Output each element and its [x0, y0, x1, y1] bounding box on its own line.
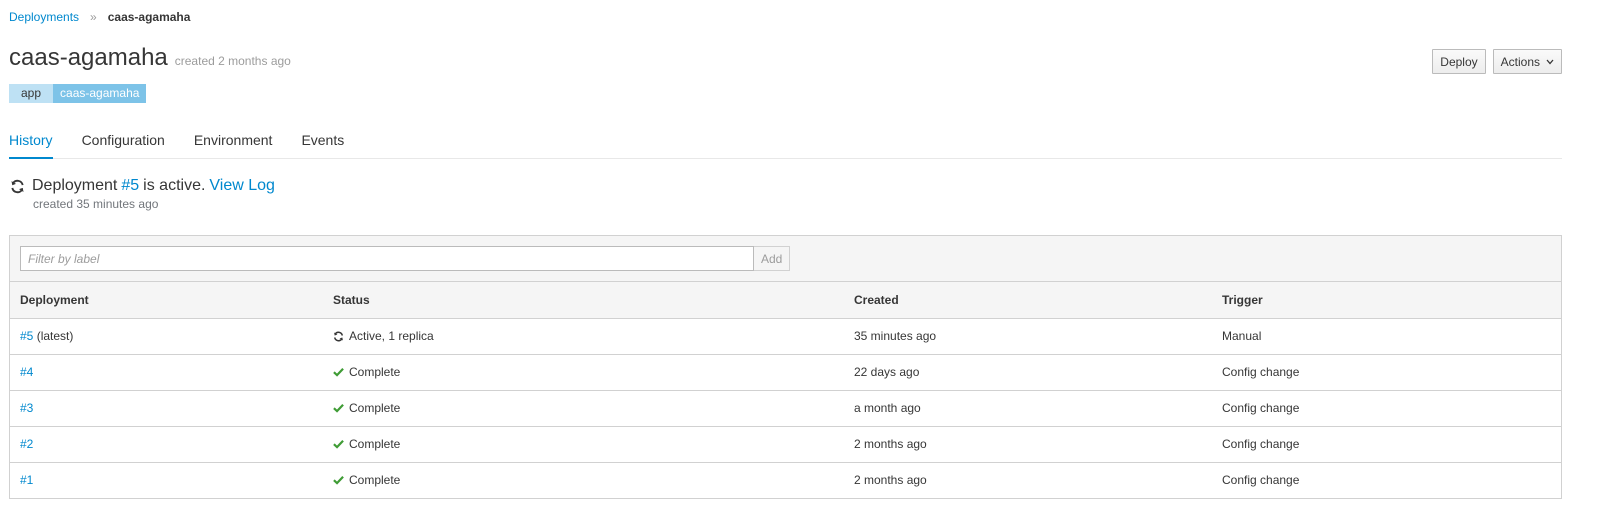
status-label: Active, 1 replica — [349, 329, 434, 343]
tab-events[interactable]: Events — [301, 124, 344, 159]
breadcrumb-current: caas-agamaha — [107, 10, 191, 24]
deployment-cell: #1 — [10, 462, 323, 498]
table-row: #5 (latest) Active, 1 replica 35 minutes… — [10, 318, 1561, 355]
status-cell: Active, 1 replica — [323, 318, 844, 355]
table-row: #1 Complete 2 months ago Config change — [10, 462, 1561, 498]
deployment-link[interactable]: #3 — [20, 401, 33, 415]
table-header-row: Deployment Status Created Trigger — [10, 282, 1561, 319]
status-label: Complete — [349, 401, 401, 415]
check-icon — [333, 403, 345, 413]
trigger-cell: Config change — [1212, 354, 1561, 391]
deployments-panel: Add Deployment Status Created Trigger #5… — [9, 235, 1562, 499]
tab-history[interactable]: History — [9, 124, 53, 159]
header-actions: Deploy Actions — [1432, 49, 1562, 74]
tab-environment[interactable]: Environment — [194, 124, 273, 159]
deployment-cell: #2 — [10, 426, 323, 463]
deployment-number-link[interactable]: #5 — [121, 177, 139, 195]
status-created-time: created 35 minutes ago — [33, 197, 159, 211]
created-cell: a month ago — [844, 390, 1212, 427]
column-header-created[interactable]: Created — [844, 282, 1212, 319]
check-icon — [333, 439, 345, 449]
column-header-trigger[interactable]: Trigger — [1212, 282, 1561, 319]
deployment-status-line: Deployment #5 is active. View Log — [10, 177, 279, 195]
deployment-link[interactable]: #5 — [20, 329, 33, 343]
actions-button-label: Actions — [1500, 54, 1540, 69]
label-tag[interactable]: app caas-agamaha — [9, 84, 147, 103]
deployment-cell: #5 (latest) — [10, 318, 323, 355]
deployment-cell: #4 — [10, 354, 323, 391]
page-created-time: created 2 months ago — [174, 54, 291, 68]
column-header-status[interactable]: Status — [323, 282, 844, 319]
deployment-cell: #3 — [10, 390, 323, 427]
status-label: Complete — [349, 365, 401, 379]
tab-bar: History Configuration Environment Events — [9, 124, 1562, 159]
deployment-link[interactable]: #2 — [20, 437, 33, 451]
trigger-cell: Manual — [1212, 318, 1561, 355]
trigger-cell: Config change — [1212, 426, 1561, 463]
breadcrumb-deployments-link[interactable]: Deployments — [9, 10, 79, 24]
created-cell: 22 days ago — [844, 354, 1212, 391]
deploy-button[interactable]: Deploy — [1432, 49, 1486, 74]
deployment-status: Deployment #5 is active. View Log create… — [10, 177, 279, 211]
status-text: is active. — [143, 177, 206, 194]
status-label: Complete — [349, 473, 401, 488]
column-header-deployment[interactable]: Deployment — [10, 282, 323, 319]
table-row: #2 Complete 2 months ago Config change — [10, 426, 1561, 463]
trigger-cell: Config change — [1222, 473, 1300, 488]
status-cell: Complete — [323, 354, 844, 391]
created-cell: 2 months ago — [854, 473, 927, 488]
status-cell: Complete — [323, 390, 844, 427]
breadcrumb: Deployments » caas-agamaha — [9, 10, 190, 24]
sync-icon — [333, 331, 345, 342]
trigger-cell: Config change — [1212, 390, 1561, 427]
deployment-latest-tag: (latest) — [36, 329, 74, 343]
label-value[interactable]: caas-agamaha — [53, 84, 147, 103]
check-icon — [333, 475, 345, 485]
status-prefix: Deployment — [32, 177, 118, 194]
chevron-down-icon — [1546, 57, 1554, 67]
filter-input[interactable] — [20, 246, 754, 271]
created-cell: 35 minutes ago — [844, 318, 1212, 355]
view-log-link[interactable]: View Log — [209, 177, 275, 195]
table-row: #4 Complete 22 days ago Config change — [10, 354, 1561, 391]
breadcrumb-separator: » — [90, 10, 97, 24]
add-filter-button[interactable]: Add — [754, 246, 791, 271]
deployment-link[interactable]: #1 — [20, 473, 33, 487]
filter-toolbar: Add — [10, 236, 1561, 282]
status-cell: Complete — [323, 462, 844, 498]
page-title: caas-agamaha — [9, 44, 168, 71]
created-cell: 2 months ago — [844, 426, 1212, 463]
label-key[interactable]: app — [9, 84, 54, 103]
page-header: caas-agamaha created 2 months ago — [9, 44, 291, 72]
status-cell: Complete — [323, 426, 844, 463]
deployments-table: Deployment Status Created Trigger #5 (la… — [10, 282, 1561, 498]
check-icon — [333, 367, 345, 377]
sync-icon — [10, 179, 26, 194]
deployment-link[interactable]: #4 — [20, 365, 33, 379]
tab-configuration[interactable]: Configuration — [82, 124, 165, 159]
status-label: Complete — [349, 437, 401, 451]
table-row: #3 Complete a month ago Config change — [10, 390, 1561, 427]
actions-dropdown-button[interactable]: Actions — [1492, 49, 1562, 74]
